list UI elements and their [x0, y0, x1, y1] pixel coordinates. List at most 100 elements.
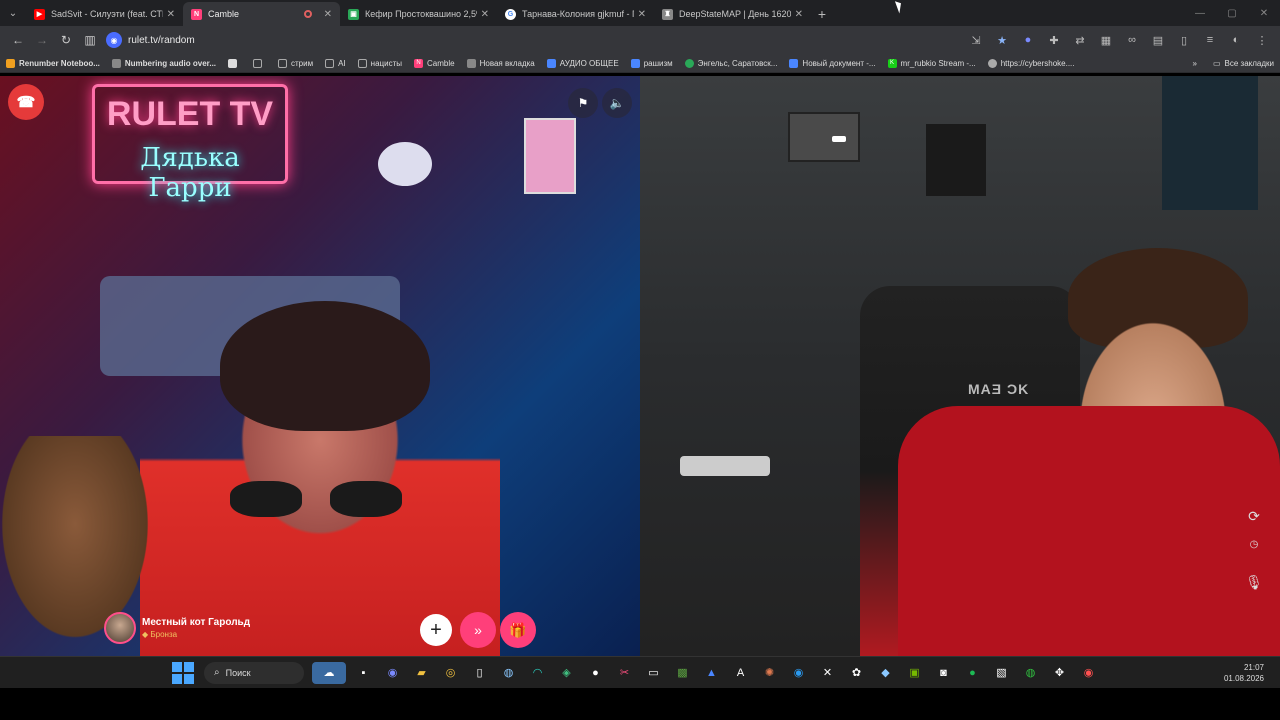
bookmark-item[interactable]	[253, 58, 266, 68]
bookmark-icon	[6, 58, 15, 68]
panel-icon[interactable]: ▯	[1172, 34, 1196, 47]
folder-icon[interactable]: ▰	[410, 662, 433, 684]
close-icon[interactable]: ✕	[324, 9, 332, 20]
nvidia-icon[interactable]: ▣	[903, 662, 926, 684]
new-tab-button[interactable]: +	[811, 2, 833, 26]
bookmark-folder[interactable]: стрим	[278, 58, 313, 68]
openai-icon[interactable]: ✿	[845, 662, 868, 684]
next-button[interactable]: »	[460, 612, 496, 648]
bookmark-folder[interactable]: AI	[325, 58, 346, 68]
files-icon[interactable]: ▪	[352, 662, 375, 684]
tab-1[interactable]: ▶ SadSvit - Силуэти (feat. СТРУКТ ✕	[26, 2, 183, 26]
anydesk-icon[interactable]: ▲	[700, 662, 723, 684]
system-clock[interactable]: 21:07 01.08.2026	[1224, 662, 1264, 684]
taskbar-search[interactable]: ⌕ Поиск	[204, 661, 304, 684]
text-icon[interactable]: A	[729, 662, 752, 684]
media-icon[interactable]: ≡	[1198, 34, 1222, 47]
bookmark-item[interactable]: Numbering audio over...	[111, 58, 216, 68]
extension-icon[interactable]: ●	[1016, 34, 1040, 47]
page-icon	[228, 58, 238, 68]
timer-icon[interactable]: ◷	[1250, 539, 1259, 550]
site-info-icon[interactable]: ◉	[106, 32, 122, 48]
tab-4[interactable]: G Тарнава-Колония gjkmuf - По ✕	[497, 2, 654, 26]
wall-picture	[1162, 76, 1258, 210]
globe-icon[interactable]: ◍	[1019, 662, 1042, 684]
steam-icon[interactable]: ◍	[497, 662, 520, 684]
forward-icon[interactable]: →	[30, 33, 54, 47]
claude-icon[interactable]: ✺	[758, 662, 781, 684]
user-name: Местный кот Гарольд	[142, 617, 251, 628]
tab-2[interactable]: N Camble ✕	[183, 2, 340, 26]
all-bookmarks[interactable]: » ▭ Все закладки	[1193, 59, 1274, 68]
app2-icon[interactable]: ◙	[932, 662, 955, 684]
url-field[interactable]: ◉ rulet.tv/random	[106, 29, 956, 51]
close-icon[interactable]: ✕	[795, 9, 803, 20]
bookmark-item[interactable]: Kmr_rubkio Stream -...	[887, 58, 976, 68]
bookmark-item[interactable]: Новый документ -...	[789, 58, 876, 68]
terminal-icon[interactable]: ▭	[642, 662, 665, 684]
close-window-icon[interactable]: ✕	[1248, 2, 1280, 26]
bookmark-item[interactable]: Энгельс, Саратовск...	[684, 58, 777, 68]
close-icon[interactable]: ✕	[481, 9, 489, 20]
sidebar-icon[interactable]: ▥	[78, 33, 102, 47]
grid-icon[interactable]: ▦	[1094, 34, 1118, 47]
tab-title: SadSvit - Силуэти (feat. СТРУКТ	[51, 9, 163, 19]
bookmark-item[interactable]: https://cybershoke....	[987, 58, 1075, 68]
tab-3[interactable]: ▣ Кефир Простоквашино 2,5%, ✕	[340, 2, 497, 26]
close-icon[interactable]: ✕	[167, 9, 175, 20]
user-badge[interactable]: Местный кот Гарольд ◆ Бронза	[104, 612, 250, 644]
back-icon[interactable]: ←	[6, 33, 30, 47]
app3-icon[interactable]: ◉	[1077, 662, 1100, 684]
add-friend-button[interactable]: +	[420, 614, 452, 646]
report-button[interactable]: ⚑	[568, 88, 598, 118]
minimize-icon[interactable]: —	[1184, 2, 1216, 26]
bookmark-item[interactable]: Новая вкладка	[466, 58, 535, 68]
file-icon[interactable]: ▯	[468, 662, 491, 684]
end-call-button[interactable]: ☎	[8, 84, 44, 120]
rotate-camera-icon[interactable]: ⟳	[1248, 508, 1260, 525]
tab-search-icon[interactable]: ⌄	[0, 0, 26, 26]
bookmark-item[interactable]: Renumber Noteboo...	[6, 58, 100, 68]
discord-icon[interactable]: ◉	[381, 662, 404, 684]
spotify-icon[interactable]: ●	[961, 662, 984, 684]
obs-icon[interactable]: ●	[584, 662, 607, 684]
maximize-icon[interactable]: ▢	[1216, 2, 1248, 26]
gift-button[interactable]: 🎁	[500, 612, 536, 648]
bookmark-item[interactable]	[228, 58, 241, 68]
star-icon[interactable]: ★	[990, 34, 1014, 47]
chevron-right-icon[interactable]: »	[1193, 59, 1197, 68]
tab-title: Кефир Простоквашино 2,5%,	[365, 9, 477, 19]
bookmark-folder[interactable]: нацисты	[357, 58, 402, 68]
app-icon[interactable]: ◈	[555, 662, 578, 684]
folder-icon: ▭	[1212, 58, 1221, 68]
speaker-icon: 🔈	[609, 96, 625, 110]
folder-icon	[357, 58, 367, 68]
diamond-icon[interactable]: ◆	[874, 662, 897, 684]
chrome-icon[interactable]: ◎	[439, 662, 462, 684]
bookmark-item[interactable]: АУДИО ОБЩЕЕ	[546, 58, 619, 68]
microphone-icon[interactable]: 🎙	[1245, 574, 1263, 591]
minecraft-icon[interactable]: ▩	[671, 662, 694, 684]
telegram-icon[interactable]: ◉	[787, 662, 810, 684]
settings-icon[interactable]: ✥	[1048, 662, 1071, 684]
sound-button[interactable]: 🔈	[602, 88, 632, 118]
bookmark-item[interactable]: рашизм	[630, 58, 673, 68]
link-icon[interactable]: ∞	[1120, 34, 1144, 47]
reload-icon[interactable]: ↻	[54, 33, 78, 47]
install-icon[interactable]: ⇲	[964, 34, 988, 47]
menu-icon[interactable]: ⋮	[1250, 34, 1274, 47]
paint-icon[interactable]: ▧	[990, 662, 1013, 684]
puzzle-icon[interactable]: ✚	[1042, 34, 1066, 47]
x-icon[interactable]: ✕	[816, 662, 839, 684]
side-controls: ⟳ ◷ 🎙	[1240, 508, 1268, 591]
close-icon[interactable]: ✕	[638, 9, 646, 20]
calendar-icon[interactable]: ▤	[1146, 34, 1170, 47]
cloud-icon[interactable]: ☁	[312, 661, 346, 684]
translate-icon[interactable]: ⇄	[1068, 34, 1092, 47]
windows-start-icon[interactable]	[172, 661, 194, 684]
snip-icon[interactable]: ✂	[613, 662, 636, 684]
bookmark-item[interactable]: N Camble	[414, 58, 455, 68]
edge-icon[interactable]: ◠	[526, 662, 549, 684]
profile-icon[interactable]: ◐	[1224, 34, 1248, 47]
tab-5[interactable]: ♜ DeepStateMAP | День 1620 | М ✕	[654, 2, 811, 26]
